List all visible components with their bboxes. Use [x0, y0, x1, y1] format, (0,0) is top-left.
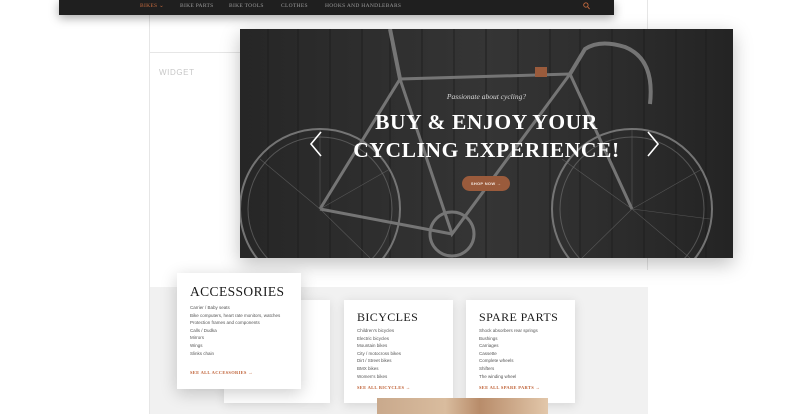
list-item[interactable]: Carriages — [479, 342, 538, 350]
nav-item-hooks-handlebars[interactable]: Hooks and Handlebars — [325, 3, 401, 9]
accessories-title: ACCESSORIES — [190, 284, 285, 299]
search-icon[interactable] — [583, 2, 590, 10]
list-item[interactable]: The winding wheel — [479, 373, 538, 381]
bicycles-card: BICYCLES Children's bicycles Electric bi… — [344, 300, 453, 403]
chevron-left-icon[interactable] — [308, 130, 324, 158]
list-item[interactable]: Dirt / Street bikes — [357, 357, 401, 365]
widget-label: WIDGET — [159, 68, 195, 77]
nav-item-clothes[interactable]: Clothes — [281, 3, 308, 9]
nav-item-bikes[interactable]: Bikes ⌄ — [140, 3, 164, 9]
list-item[interactable]: City / motocross bikes — [357, 350, 401, 358]
spare-parts-list: Shock absorbers rear springs Bushings Ca… — [479, 327, 538, 380]
accessories-list: Carrier / Baby seats Bike computers, hea… — [190, 304, 280, 357]
hero-tagline: Passionate about cycling? — [446, 92, 527, 101]
list-item[interactable]: Women's bikes — [357, 373, 401, 381]
list-item[interactable]: Wings — [190, 342, 280, 350]
bicycles-title: BICYCLES — [357, 310, 419, 324]
list-item[interactable]: Mountain bikes — [357, 342, 401, 350]
see-all-bicycles-link[interactable]: SEE ALL BICYCLES → — [357, 385, 411, 390]
list-item[interactable]: Complete wheels — [479, 357, 538, 365]
list-item[interactable]: Shifters — [479, 365, 538, 373]
shop-now-button[interactable]: SHOP NOW → — [462, 176, 510, 191]
list-item[interactable]: Protection frames and components — [190, 319, 280, 327]
nav-item-bike-parts[interactable]: Bike Parts — [180, 3, 214, 9]
nav-item-bike-tools[interactable]: Bike Tools — [229, 3, 264, 9]
list-item[interactable]: Shock absorbers rear springs — [479, 327, 538, 335]
product-photo-image — [377, 398, 548, 414]
list-item[interactable]: Bushings — [479, 335, 538, 343]
bicycles-list: Children's bicycles Electric bicycles Mo… — [357, 327, 401, 380]
list-item[interactable]: Bike computers, heart rate monitors, wat… — [190, 312, 280, 320]
see-all-accessories-link[interactable]: SEE ALL ACCESSORIES → — [190, 370, 253, 375]
accessories-card: ACCESSORIES Carrier / Baby seats Bike co… — [177, 273, 301, 389]
list-item[interactable]: Mirrors — [190, 334, 280, 342]
list-item[interactable]: BMX bikes — [357, 365, 401, 373]
see-all-spare-parts-link[interactable]: SEE ALL SPARE PARTS → — [479, 385, 540, 390]
list-item[interactable]: Calls / Dudka — [190, 327, 280, 335]
list-item[interactable]: Cassette — [479, 350, 538, 358]
spare-parts-title: SPARE PARTS — [479, 310, 559, 324]
list-item[interactable]: Electric bicycles — [357, 335, 401, 343]
top-navigation: Bikes ⌄ Bike Parts Bike Tools Clothes Ho… — [59, 0, 614, 15]
list-item[interactable]: Carrier / Baby seats — [190, 304, 280, 312]
hero-slider: Passionate about cycling? BUY & ENJOY YO… — [240, 29, 733, 258]
chevron-right-icon[interactable] — [645, 130, 661, 158]
spare-parts-card: SPARE PARTS Shock absorbers rear springs… — [466, 300, 575, 403]
list-item[interactable]: Children's bicycles — [357, 327, 401, 335]
list-item[interactable]: Slinks chain — [190, 350, 280, 358]
